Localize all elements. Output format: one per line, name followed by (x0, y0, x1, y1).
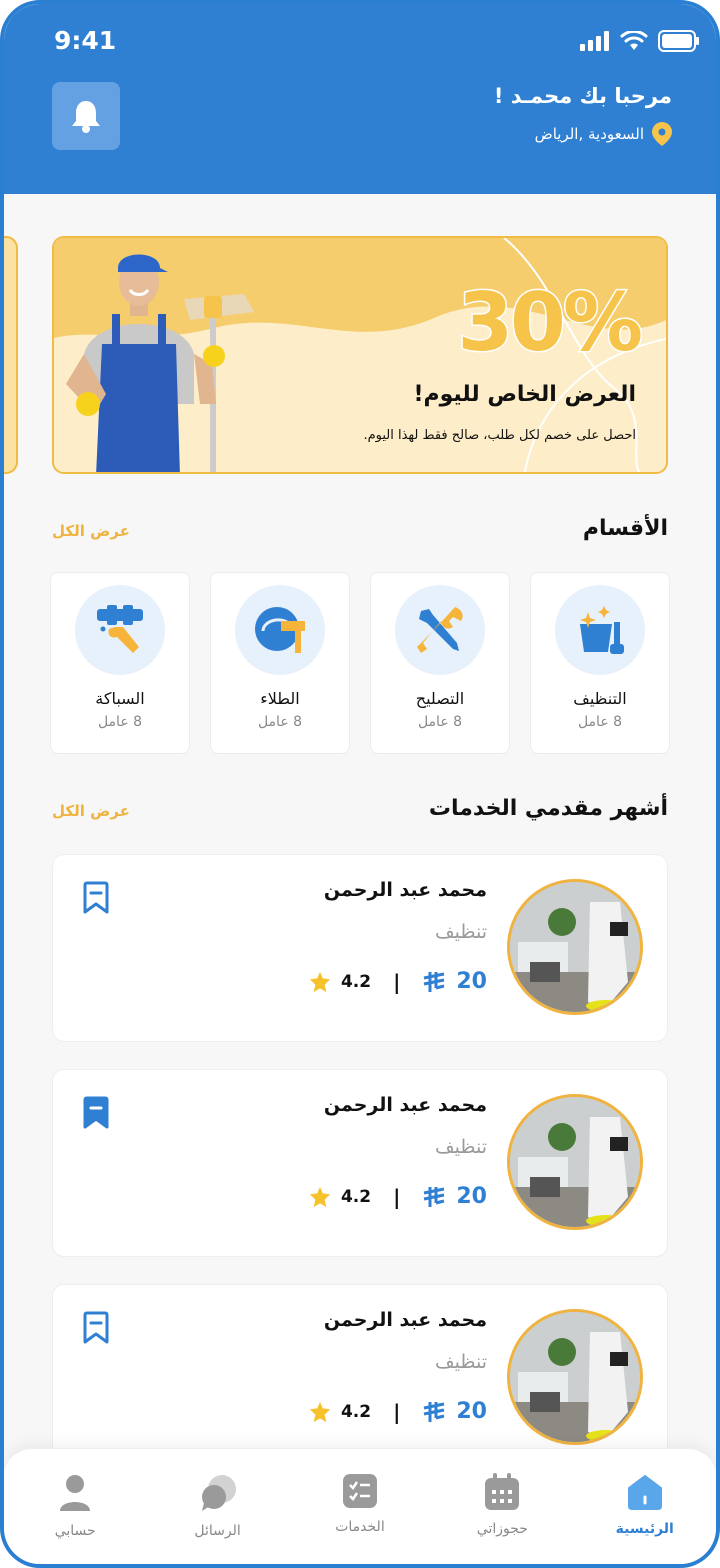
offer-title: العرض الخاص لليوم! (413, 382, 636, 407)
separator: | (393, 969, 401, 994)
category-count: 8 عامل (577, 714, 623, 730)
battery-icon (658, 30, 699, 52)
category-count: 8 عامل (417, 714, 463, 730)
separator: | (393, 1184, 401, 1209)
bell-icon (72, 101, 100, 133)
location[interactable]: السعودية ,الرياض (535, 122, 672, 146)
worker-illustration (66, 254, 254, 472)
price-rating-row: 20 | 4.2 (309, 1399, 487, 1424)
provider-category: تنظيف (434, 921, 487, 943)
provider-rating: 4.2 (340, 1401, 372, 1422)
cleaning-icon (555, 585, 645, 675)
category-painting[interactable]: الطلاء 8 عامل (210, 572, 350, 754)
offer-banner[interactable]: 30% العرض الخاص لليوم! احصل على خصم لكل … (52, 236, 668, 474)
nav-label: الخدمات (335, 1519, 385, 1535)
status-icons (580, 30, 700, 52)
provider-rating: 4.2 (340, 971, 372, 992)
provider-category: تنظيف (434, 1136, 487, 1158)
home-icon (627, 1475, 662, 1510)
providers-see-all-link[interactable]: عرض الكل (52, 802, 130, 820)
location-text: السعودية ,الرياض (534, 125, 644, 143)
plumbing-icon (75, 585, 165, 675)
paint-bucket-icon (235, 585, 325, 675)
notifications-button[interactable] (52, 82, 120, 150)
provider-price: 20 (456, 969, 487, 994)
category-cleaning[interactable]: التنظيف 8 عامل (530, 572, 670, 754)
nav-item-messages[interactable]: الرسائل (158, 1473, 278, 1564)
status-time: 9:41 (54, 26, 117, 55)
signal-icon (580, 31, 609, 51)
nav-label: الرئيسية (615, 1521, 674, 1537)
provider-avatar (507, 879, 643, 1015)
bottom-navigation: حسابي الرسائل الخدمات حجوزاتي الرئيسية (4, 1448, 716, 1564)
greeting-text: مرحبا بك محمـد ! (493, 84, 672, 108)
provider-avatar (507, 1094, 643, 1230)
provider-card[interactable]: محمد عبد الرحمن تنظيف 20 | 4.2 (52, 1284, 668, 1472)
nav-item-services[interactable]: الخدمات (300, 1473, 420, 1564)
riyal-icon (424, 1186, 445, 1207)
separator: | (393, 1399, 401, 1424)
provider-card[interactable]: محمد عبد الرحمن تنظيف 20 | 4.2 (52, 854, 668, 1042)
bookmark-filled-icon[interactable] (81, 1096, 111, 1130)
repair-tools-icon (395, 585, 485, 675)
location-pin-icon (652, 122, 672, 146)
banner-peek[interactable] (4, 236, 18, 474)
profile-icon (60, 1475, 91, 1511)
wifi-icon (620, 31, 648, 50)
nav-label: حجوزاتي (476, 1521, 528, 1537)
category-name: التنظيف (573, 689, 627, 708)
category-plumbing[interactable]: السباكة 8 عامل (50, 572, 190, 754)
categories-grid: السباكة 8 عامل الطلاء 8 عامل التصليح 8 ع… (50, 572, 670, 754)
price-rating-row: 20 | 4.2 (309, 969, 487, 994)
offer-description: احصل على خصم لكل طلب، صالح فقط لهذا اليو… (363, 428, 636, 443)
nav-item-profile[interactable]: حسابي (15, 1473, 135, 1564)
nav-label: الرسائل (194, 1523, 241, 1539)
riyal-icon (424, 971, 445, 992)
discount-percent: 30% (456, 275, 645, 371)
provider-card[interactable]: محمد عبد الرحمن تنظيف 20 | 4.2 (52, 1069, 668, 1257)
provider-name: محمد عبد الرحمن (323, 879, 487, 901)
provider-price: 20 (456, 1184, 487, 1209)
provider-price: 20 (456, 1399, 487, 1424)
category-count: 8 عامل (257, 714, 303, 730)
star-icon (309, 1186, 331, 1207)
nav-label: حسابي (54, 1523, 96, 1539)
riyal-icon (424, 1401, 445, 1422)
bookmark-outline-icon[interactable] (81, 1311, 111, 1345)
nav-item-home[interactable]: الرئيسية (585, 1473, 705, 1564)
phone-screen: 9:41 مرحبا بك محمـد ! السعودية ,الرياض 3… (0, 0, 720, 1568)
nav-item-bookings[interactable]: حجوزاتي (442, 1473, 562, 1564)
services-list-icon (342, 1474, 377, 1508)
bookmark-outline-icon[interactable] (81, 881, 111, 915)
chat-icon (201, 1475, 236, 1511)
category-repair[interactable]: التصليح 8 عامل (370, 572, 510, 754)
price-rating-row: 20 | 4.2 (309, 1184, 487, 1209)
category-name: الطلاء (260, 689, 300, 708)
categories-see-all-link[interactable]: عرض الكل (52, 522, 130, 540)
providers-title: أشهر مقدمي الخدمات (428, 796, 668, 821)
provider-rating: 4.2 (340, 1186, 372, 1207)
category-name: السباكة (95, 689, 145, 708)
provider-name: محمد عبد الرحمن (323, 1309, 487, 1331)
star-icon (309, 971, 331, 992)
calendar-icon (485, 1473, 520, 1510)
star-icon (309, 1401, 331, 1422)
header: 9:41 مرحبا بك محمـد ! السعودية ,الرياض (4, 4, 716, 194)
provider-name: محمد عبد الرحمن (323, 1094, 487, 1116)
category-name: التصليح (415, 689, 465, 708)
provider-avatar (507, 1309, 643, 1445)
provider-category: تنظيف (434, 1351, 487, 1373)
category-count: 8 عامل (97, 714, 143, 730)
categories-title: الأقسام (582, 516, 668, 541)
